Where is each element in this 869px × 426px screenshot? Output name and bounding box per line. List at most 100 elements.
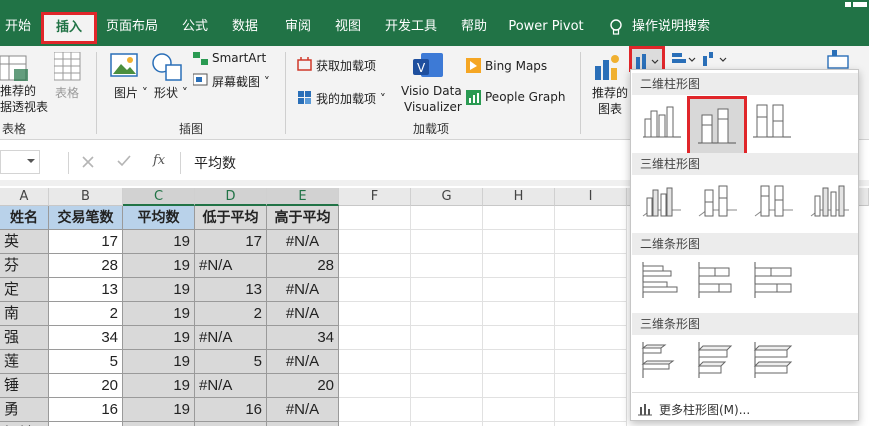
bing-maps-button[interactable]: Bing Maps <box>485 59 547 73</box>
empty-cell[interactable] <box>339 206 411 230</box>
table-cell-name[interactable]: 芬 <box>0 254 49 278</box>
table-button[interactable]: 表格 <box>55 84 79 101</box>
formula-input[interactable]: 平均数 <box>194 153 236 173</box>
table-cell-count[interactable]: 5 <box>49 350 123 374</box>
empty-cell[interactable] <box>555 230 627 254</box>
column-header-c[interactable]: C <box>123 188 195 206</box>
table-cell-below[interactable]: #N/A <box>195 374 267 398</box>
cancel-icon[interactable] <box>82 156 94 168</box>
3d-percent-stacked-bar-option[interactable] <box>751 340 797 384</box>
empty-cell[interactable] <box>411 254 483 278</box>
tab-review[interactable]: 审阅 <box>278 14 318 42</box>
table-cell-below[interactable]: 16 <box>195 398 267 422</box>
percent-stacked-column-option[interactable] <box>749 99 795 143</box>
3d-column-option[interactable] <box>807 180 853 224</box>
empty-cell[interactable] <box>339 374 411 398</box>
tab-help[interactable]: 帮助 <box>454 14 494 42</box>
empty-cell[interactable] <box>555 374 627 398</box>
empty-cell[interactable] <box>339 422 411 426</box>
insert-function-button[interactable]: fx <box>153 153 165 168</box>
tab-formulas[interactable]: 公式 <box>175 14 215 42</box>
empty-cell[interactable] <box>555 422 627 426</box>
empty-cell[interactable] <box>483 278 555 302</box>
table-cell-name[interactable]: 莲 <box>0 350 49 374</box>
table-cell-below[interactable]: #N/A <box>195 326 267 350</box>
waterfall-chart-icon[interactable] <box>702 50 730 68</box>
table-cell-name[interactable]: 南 <box>0 302 49 326</box>
column-title-name[interactable]: 姓名 <box>0 206 49 230</box>
column-header-i[interactable]: I <box>555 188 627 206</box>
column-header-a[interactable]: A <box>0 188 49 206</box>
empty-cell[interactable] <box>483 326 555 350</box>
empty-cell[interactable] <box>411 326 483 350</box>
hierarchy-chart-icon[interactable] <box>672 50 698 68</box>
table-cell-count[interactable]: 2 <box>49 302 123 326</box>
empty-cell[interactable] <box>555 206 627 230</box>
people-graph-button[interactable]: People Graph <box>485 90 566 104</box>
table-cell-above[interactable]: 20 <box>267 374 339 398</box>
empty-cell[interactable] <box>339 302 411 326</box>
table-cell-avg[interactable]: 19 <box>123 254 195 278</box>
table-cell-below[interactable]: 2 <box>195 302 267 326</box>
table-cell-below[interactable]: #N/A <box>195 422 267 426</box>
table-cell-avg[interactable]: 19 <box>123 374 195 398</box>
tab-data[interactable]: 数据 <box>225 14 265 42</box>
pictures-button[interactable]: 图片 ˅ <box>114 84 148 101</box>
3d-stacked-column-option[interactable] <box>695 180 741 224</box>
table-cell-below[interactable]: #N/A <box>195 254 267 278</box>
table-cell-avg[interactable]: 19 <box>123 278 195 302</box>
pivot-chart-icon[interactable] <box>826 50 856 70</box>
column-title-above[interactable]: 高于平均 <box>267 206 339 230</box>
empty-cell[interactable] <box>483 374 555 398</box>
table-cell-above[interactable]: #N/A <box>267 278 339 302</box>
table-cell-count[interactable]: 20 <box>49 374 123 398</box>
table-cell-avg[interactable]: 19 <box>123 398 195 422</box>
screenshot-button[interactable]: 屏幕截图 ˅ <box>212 73 270 90</box>
3d-percent-stacked-column-option[interactable] <box>751 180 797 224</box>
table-cell-count[interactable]: 19 <box>49 422 123 426</box>
name-box[interactable] <box>0 150 40 174</box>
column-header-e[interactable]: E <box>267 188 339 206</box>
empty-cell[interactable] <box>411 350 483 374</box>
empty-cell[interactable] <box>483 422 555 426</box>
empty-cell[interactable] <box>483 206 555 230</box>
table-cell-below[interactable]: 5 <box>195 350 267 374</box>
table-cell-below[interactable]: 13 <box>195 278 267 302</box>
enter-check-icon[interactable] <box>117 155 131 167</box>
empty-cell[interactable] <box>411 302 483 326</box>
empty-cell[interactable] <box>483 254 555 278</box>
user-area[interactable] <box>839 0 869 13</box>
recommended-pivot-button[interactable]: 推荐的 <box>0 82 36 99</box>
table-cell-avg[interactable]: 19 <box>123 350 195 374</box>
empty-cell[interactable] <box>339 398 411 422</box>
stacked-column-option[interactable] <box>687 96 747 158</box>
smartart-button[interactable]: SmartArt <box>212 51 266 65</box>
empty-cell[interactable] <box>555 350 627 374</box>
empty-cell[interactable] <box>483 350 555 374</box>
shapes-button[interactable]: 形状 ˅ <box>154 84 188 101</box>
empty-cell[interactable] <box>339 278 411 302</box>
column-header-f[interactable]: F <box>339 188 411 206</box>
more-column-charts-link[interactable]: 更多柱形图(M)... <box>637 400 837 418</box>
empty-cell[interactable] <box>483 230 555 254</box>
table-cell-count[interactable]: 28 <box>49 254 123 278</box>
tab-developer[interactable]: 开发工具 <box>381 14 441 42</box>
empty-cell[interactable] <box>411 230 483 254</box>
table-cell-count[interactable]: 34 <box>49 326 123 350</box>
table-cell-name[interactable]: 锤 <box>0 374 49 398</box>
empty-cell[interactable] <box>555 254 627 278</box>
table-cell-below[interactable]: 17 <box>195 230 267 254</box>
empty-cell[interactable] <box>339 350 411 374</box>
percent-stacked-bar-option[interactable] <box>751 260 797 304</box>
table-cell-name[interactable]: 强 <box>0 326 49 350</box>
empty-cell[interactable] <box>411 278 483 302</box>
visio-button[interactable]: Visio Data <box>401 84 462 98</box>
empty-cell[interactable] <box>555 278 627 302</box>
table-cell-above[interactable]: 19 <box>267 422 339 426</box>
table-cell-count[interactable]: 17 <box>49 230 123 254</box>
table-cell-above[interactable]: 34 <box>267 326 339 350</box>
table-cell-above[interactable]: #N/A <box>267 230 339 254</box>
table-cell-avg[interactable]: 19 <box>123 302 195 326</box>
table-cell-name[interactable]: 定 <box>0 278 49 302</box>
column-header-b[interactable]: B <box>49 188 123 206</box>
